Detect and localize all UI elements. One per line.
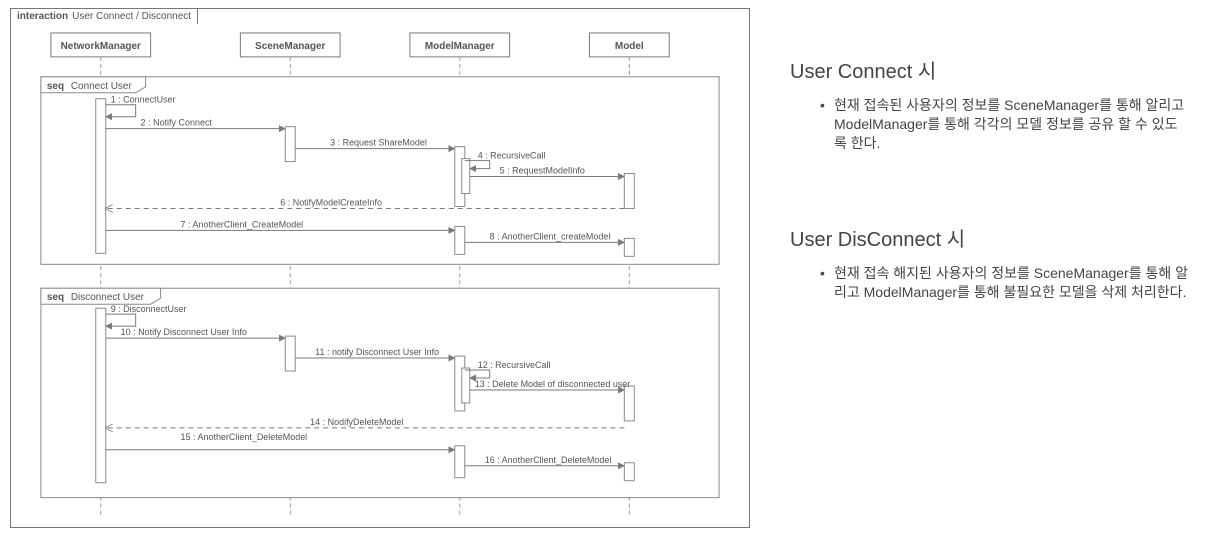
msg-6: 6 : NotifyModelCreateInfo bbox=[280, 197, 382, 207]
msg-5: 5 : RequestModelInfo bbox=[500, 166, 585, 176]
section-heading-connect: User Connect 시 bbox=[790, 55, 1190, 84]
sequence-diagram-svg: NetworkManager SceneManager ModelManager… bbox=[11, 9, 749, 528]
svg-text:ModelManager: ModelManager bbox=[425, 41, 495, 52]
msg-1: 1 : ConnectUser bbox=[111, 95, 176, 105]
section-bullet-disconnect: 현재 접속 해지된 사용자의 정보를 SceneManager를 통해 알리고 … bbox=[820, 264, 1190, 302]
msg-9: 9 : DisconnectUser bbox=[111, 304, 187, 314]
msg-15: 15 : AnotherClient_DeleteModel bbox=[181, 432, 308, 442]
msg-10: 10 : Notify Disconnect User Info bbox=[121, 327, 247, 337]
seq2-name: Disconnect User bbox=[71, 292, 145, 303]
msg-4: 4 : RecursiveCall bbox=[478, 151, 546, 161]
msg-8: 8 : AnotherClient_createModel bbox=[490, 231, 611, 241]
msg-16: 16 : AnotherClient_DeleteModel bbox=[485, 455, 612, 465]
msg-3: 3 : Request ShareModel bbox=[330, 138, 427, 148]
msg-12: 12 : RecursiveCall bbox=[478, 360, 551, 370]
seq2-kind: seq bbox=[47, 292, 64, 303]
svg-text:Model: Model bbox=[615, 41, 644, 52]
msg-13: 13 : Delete Model of disconnected user bbox=[475, 379, 631, 389]
section-bullet-connect: 현재 접속된 사용자의 정보를 SceneManager를 통해 알리고 Mod… bbox=[820, 96, 1190, 153]
description-column: User Connect 시 현재 접속된 사용자의 정보를 SceneMana… bbox=[790, 0, 1190, 546]
svg-text:NetworkManager: NetworkManager bbox=[61, 41, 141, 52]
seq1-kind: seq bbox=[47, 81, 64, 92]
msg-11: 11 : notify Disconnect User Info bbox=[315, 347, 439, 357]
msg-7: 7 : AnotherClient_CreateModel bbox=[181, 219, 304, 229]
section-heading-disconnect: User DisConnect 시 bbox=[790, 223, 1190, 252]
msg-14: 14 : NodifyDeleteModel bbox=[310, 417, 403, 427]
msg-2: 2 : Notify Connect bbox=[141, 118, 213, 128]
svg-text:SceneManager: SceneManager bbox=[255, 41, 325, 52]
sequence-diagram-frame: interaction User Connect / Disconnect Ne… bbox=[10, 8, 750, 528]
seq1-name: Connect User bbox=[71, 81, 133, 92]
